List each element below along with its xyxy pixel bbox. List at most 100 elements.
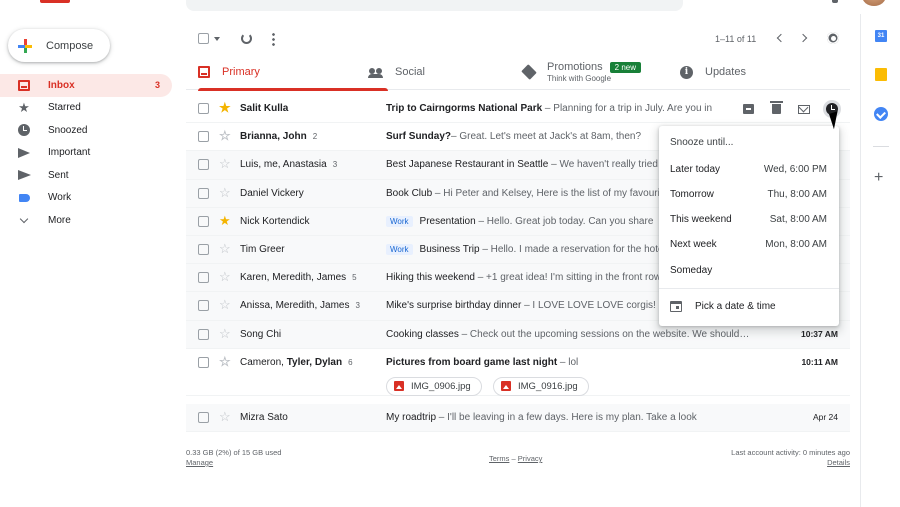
row-checkbox[interactable]: [198, 103, 209, 114]
snooze-option-label: Someday: [670, 265, 713, 276]
star-icon[interactable]: ☆: [219, 355, 231, 368]
star-icon[interactable]: ☆: [219, 270, 231, 283]
row-checkbox[interactable]: [198, 356, 209, 368]
tab-updates[interactable]: i Updates: [680, 54, 746, 90]
account-activity: Last account activity: 0 minutes ago Det…: [731, 448, 850, 468]
tab-social[interactable]: Social: [368, 54, 425, 90]
chevron-right-icon[interactable]: [798, 33, 808, 43]
details-link[interactable]: Details: [731, 458, 850, 468]
sidebar-item-snoozed[interactable]: Snoozed: [0, 119, 172, 142]
trash-icon: [769, 101, 783, 114]
plus-icon: [18, 38, 32, 53]
email-date: 10:37 AM: [800, 328, 838, 339]
row-checkbox[interactable]: [198, 187, 209, 199]
email-subject: Trip to Cairngorms National Park: [386, 103, 543, 114]
privacy-link[interactable]: Privacy: [518, 454, 543, 463]
thread-count: 6: [348, 357, 353, 367]
sidebar-item-important[interactable]: Important: [0, 142, 172, 165]
snooze-option-time: Sat, 8:00 AM: [769, 214, 827, 225]
snooze-option-tomorrow[interactable]: Tomorrow Thu, 8:00 AM: [670, 189, 827, 203]
caret-down-icon[interactable]: [214, 37, 220, 41]
star-icon[interactable]: ★: [219, 214, 231, 227]
delete-button[interactable]: [762, 101, 790, 117]
star-icon[interactable]: ☆: [219, 410, 231, 423]
avatar[interactable]: [862, 0, 886, 6]
label-chip[interactable]: Work: [386, 215, 413, 227]
pagination-range: 1–11 of 11: [715, 34, 757, 44]
email-snippet: – I'll be leaving in a few days. Here is…: [436, 411, 697, 423]
email-snippet: – We haven't really tried: [548, 159, 658, 171]
tab-label: Primary: [222, 66, 260, 78]
star-icon[interactable]: ☆: [219, 242, 231, 255]
row-checkbox[interactable]: [198, 328, 209, 340]
tasks-icon[interactable]: [874, 107, 888, 121]
sidebar-item-label: Important: [48, 147, 91, 159]
label-chip[interactable]: Work: [386, 243, 413, 255]
keep-icon[interactable]: [875, 68, 887, 81]
email-sender: Song Chi: [240, 328, 282, 340]
row-checkbox[interactable]: [198, 272, 209, 284]
refresh-icon[interactable]: [241, 33, 252, 44]
sidebar-item-work[interactable]: Work: [0, 187, 172, 210]
attachment-chip[interactable]: IMG_0906.jpg: [386, 376, 482, 396]
email-snippet: – Hello. I made a reservation for the ho…: [479, 243, 666, 255]
tab-sublabel: Think with Google: [547, 74, 612, 83]
mark-read-button[interactable]: [790, 101, 818, 117]
snooze-option-this-weekend[interactable]: This weekend Sat, 8:00 AM: [670, 214, 827, 228]
email-sender: Nick Kortendick: [240, 215, 310, 227]
star-icon[interactable]: ☆: [219, 298, 231, 311]
row-checkbox[interactable]: [198, 131, 209, 143]
calendar-icon[interactable]: 31: [875, 30, 887, 42]
row-checkbox[interactable]: [198, 215, 209, 227]
thread-count: 2: [312, 132, 318, 142]
snooze-menu: Snooze until... Later today Wed, 6:00 PM…: [659, 126, 839, 326]
sidebar-item-more[interactable]: More: [0, 209, 172, 232]
menu-divider: [659, 288, 839, 289]
select-all-checkbox[interactable]: [198, 33, 209, 44]
snooze-option-someday[interactable]: Someday: [670, 265, 827, 279]
star-icon[interactable]: ☆: [219, 129, 231, 142]
star-icon[interactable]: ☆: [219, 157, 231, 170]
archive-button[interactable]: [734, 101, 762, 117]
search-bar[interactable]: [186, 0, 683, 11]
sidebar-item-sent[interactable]: Sent: [0, 164, 172, 187]
snooze-option-next-week[interactable]: Next week Mon, 8:00 AM: [670, 239, 827, 253]
tab-promotions[interactable]: Promotions 2 new Think with Google: [521, 54, 641, 90]
email-sender: Karen, Meredith, James 5: [240, 272, 380, 283]
sender-name: Luis, me, Anastasia: [240, 159, 327, 171]
row-checkbox[interactable]: [198, 243, 209, 255]
row-checkbox[interactable]: [198, 300, 209, 312]
compose-button[interactable]: Compose: [8, 29, 110, 62]
thread-count: 5: [352, 273, 357, 283]
attachment-chip[interactable]: IMG_0916.jpg: [493, 376, 589, 396]
tab-primary[interactable]: Primary: [198, 54, 388, 91]
side-panel: 31 +: [860, 14, 900, 507]
terms-link[interactable]: Terms: [489, 454, 509, 463]
gmail-logo[interactable]: [40, 0, 70, 3]
gear-icon[interactable]: [827, 32, 839, 44]
compose-label: Compose: [46, 39, 94, 52]
link-separator: –: [511, 454, 516, 463]
sidebar-item-inbox[interactable]: Inbox 3: [0, 74, 172, 97]
row-checkbox[interactable]: [198, 159, 209, 171]
top-bar: [0, 0, 900, 14]
sidebar-item-label: Work: [48, 192, 72, 204]
plus-icon[interactable]: +: [874, 170, 883, 186]
star-icon[interactable]: ☆: [219, 186, 231, 199]
apps-icon[interactable]: [832, 0, 838, 3]
email-row[interactable]: ★ Salit Kulla Trip to Cairngorms Nationa…: [186, 95, 850, 124]
sidebar-item-label: Sent: [48, 169, 69, 181]
star-icon[interactable]: ☆: [219, 327, 231, 340]
more-vert-icon[interactable]: [272, 32, 275, 46]
chevron-left-icon[interactable]: [776, 33, 786, 43]
row-checkbox[interactable]: [198, 411, 209, 423]
email-row[interactable]: ☆ Mizra Sato My roadtrip – I'll be leavi…: [186, 403, 850, 432]
manage-link[interactable]: Manage: [186, 458, 281, 468]
sidebar-nav: Inbox 3 ★ Starred Snoozed Important Sent…: [0, 74, 172, 232]
snooze-option-later-today[interactable]: Later today Wed, 6:00 PM: [670, 164, 827, 178]
email-row[interactable]: ☆ Cameron, Tyler, Dylan 6 Pictures from b…: [186, 348, 850, 396]
snooze-option-pick-date[interactable]: Pick a date & time: [670, 301, 776, 312]
star-icon[interactable]: ★: [219, 101, 231, 114]
category-tabs: Primary Social Promotions 2 new Think wi…: [186, 54, 850, 91]
sidebar-item-starred[interactable]: ★ Starred: [0, 97, 172, 120]
